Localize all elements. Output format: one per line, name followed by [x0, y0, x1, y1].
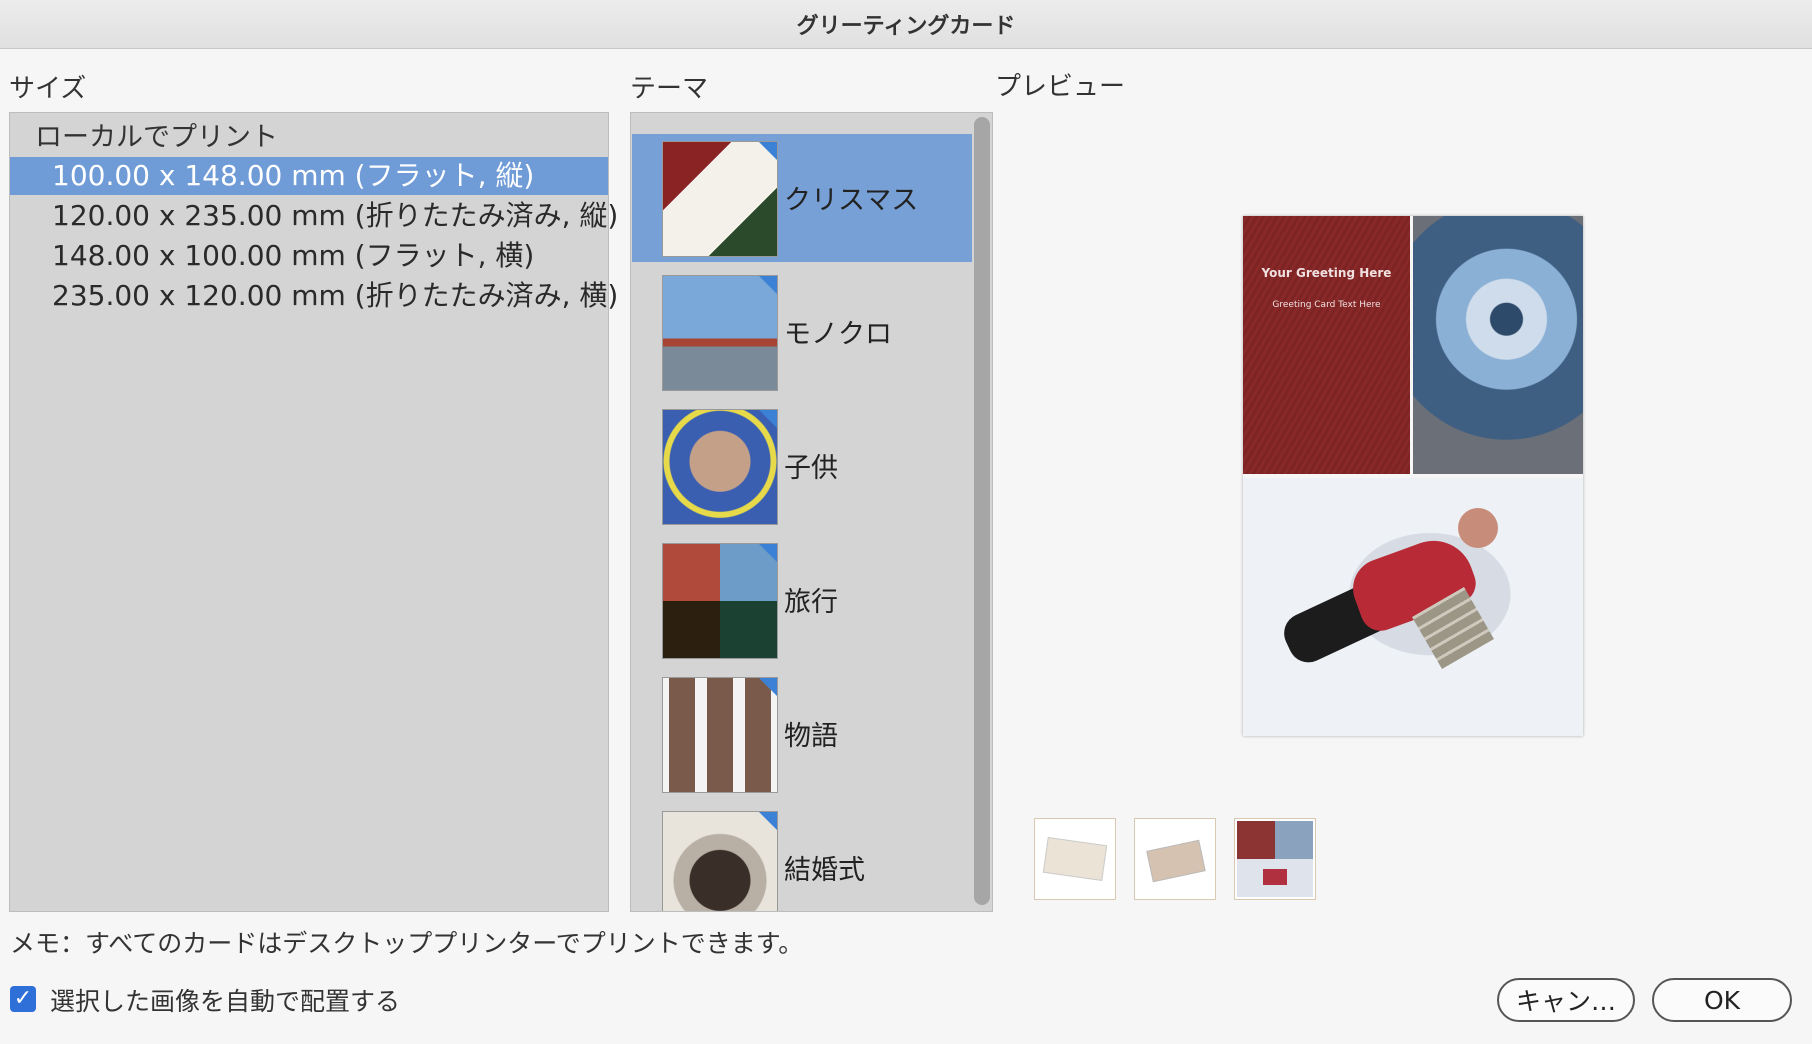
- cancel-button[interactable]: キャン…: [1497, 978, 1635, 1022]
- preview-photo-ice: [1413, 216, 1583, 474]
- size-item[interactable]: 148.00 x 100.00 mm (フラット, 横): [10, 237, 608, 275]
- preview-greeting-panel: Your Greeting Here Greeting Card Text He…: [1243, 216, 1410, 474]
- theme-item-monochrome[interactable]: モノクロ: [632, 268, 972, 396]
- theme-label: モノクロ: [784, 319, 892, 350]
- theme-label: 結婚式: [784, 855, 865, 886]
- layout-option-1[interactable]: [1034, 818, 1116, 900]
- theme-list-scrollbar[interactable]: [974, 117, 990, 905]
- layout-option-3[interactable]: [1234, 818, 1316, 900]
- size-item[interactable]: 100.00 x 148.00 mm (フラット, 縦): [10, 157, 608, 195]
- theme-label: クリスマス: [784, 185, 919, 216]
- theme-item-story[interactable]: 物語: [632, 670, 972, 798]
- theme-thumbnail: [662, 141, 778, 257]
- size-label: サイズ: [9, 74, 87, 104]
- auto-place-label[interactable]: 選択した画像を自動で配置する: [50, 982, 400, 1018]
- theme-thumbnail: [662, 275, 778, 391]
- theme-item-kids[interactable]: 子供: [632, 402, 972, 530]
- theme-label: 物語: [784, 721, 838, 752]
- ok-button[interactable]: OK: [1652, 978, 1792, 1022]
- theme-thumbnail: [662, 409, 778, 525]
- theme-item-travel[interactable]: 旅行: [632, 536, 972, 664]
- card-preview: Your Greeting Here Greeting Card Text He…: [1243, 216, 1583, 736]
- preview-label: プレビュー: [995, 72, 1126, 102]
- theme-label: 子供: [784, 453, 838, 484]
- theme-item-wedding[interactable]: 結婚式: [632, 804, 972, 911]
- size-list[interactable]: ローカルでプリント 100.00 x 148.00 mm (フラット, 縦) 1…: [9, 112, 618, 912]
- memo-text: メモ：すべてのカードはデスクトッププリンターでプリントできます。: [10, 929, 804, 958]
- window-title: グリーティングカード: [0, 0, 1812, 49]
- preview-photo-snow: [1243, 478, 1583, 736]
- size-group-local-print: ローカルでプリント: [35, 122, 278, 153]
- theme-list[interactable]: クリスマス モノクロ 子供 旅行 物語 結婚式: [630, 112, 993, 912]
- size-item[interactable]: 235.00 x 120.00 mm (折りたたみ済み, 横): [10, 277, 618, 315]
- theme-thumbnail: [662, 811, 778, 911]
- auto-place-checkbox[interactable]: ✓: [10, 986, 36, 1012]
- theme-label: 旅行: [784, 587, 838, 618]
- theme-thumbnail: [662, 677, 778, 793]
- theme-item-christmas[interactable]: クリスマス: [632, 134, 972, 262]
- preview-greeting-title: Your Greeting Here: [1261, 266, 1392, 280]
- layout-option-2[interactable]: [1134, 818, 1216, 900]
- theme-label: テーマ: [630, 74, 709, 104]
- preview-greeting-text: Greeting Card Text Here: [1272, 300, 1381, 310]
- theme-thumbnail: [662, 543, 778, 659]
- size-item[interactable]: 120.00 x 235.00 mm (折りたたみ済み, 縦): [10, 197, 618, 235]
